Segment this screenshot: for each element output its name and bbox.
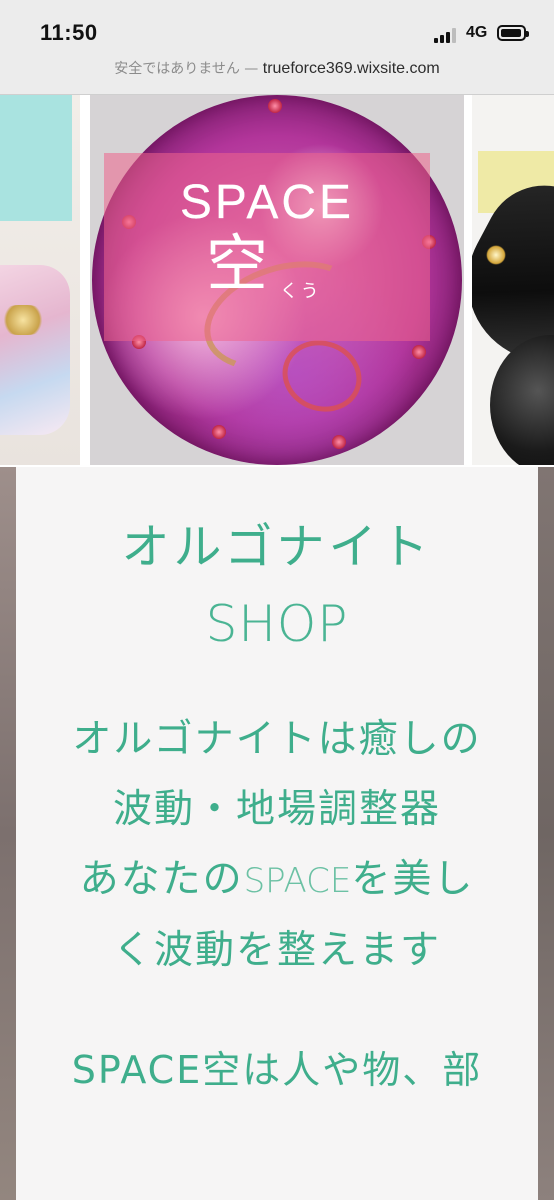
orgonite-jar-image — [0, 265, 70, 435]
browser-header: 11:50 4G 安全ではありません — trueforce369.wixsit… — [0, 0, 554, 95]
clock: 11:50 — [40, 20, 98, 45]
space-logo-kanji: 空 — [206, 227, 269, 300]
intro-line: オルゴナイトは癒しの — [72, 717, 482, 762]
page-title: オルゴナイト — [121, 519, 433, 575]
background-strip-right — [538, 467, 554, 1200]
background-strip-left — [0, 467, 16, 1200]
network-type: 4G — [466, 24, 488, 41]
gallery-slide-current[interactable]: SPACE 空 くう — [90, 95, 464, 465]
gallery-slide-next[interactable] — [472, 95, 554, 465]
intro-line: く波動を整えます — [112, 928, 441, 973]
intro-line: 波動・地場調整器 — [112, 787, 441, 832]
address-bar[interactable]: 安全ではありません — trueforce369.wixsite.com — [0, 58, 554, 78]
description-teaser: SPACE空は人や物、部 — [71, 1048, 483, 1092]
page-subtitle: SHOP — [205, 595, 349, 653]
security-warning: 安全ではありません — — [114, 61, 259, 77]
space-logo-text: SPACE — [179, 176, 355, 229]
space-logo-reading: くう — [280, 281, 322, 302]
intro-paragraph: オルゴナイトは癒しの 波動・地場調整器 あなたのSPACEを美し く波動を整えま… — [36, 705, 518, 986]
content-panel: オルゴナイト SHOP オルゴナイトは癒しの 波動・地場調整器 あなたのSPAC… — [16, 467, 538, 1200]
cellular-signal-icon — [434, 27, 460, 43]
site-host: trueforce369.wixsite.com — [262, 60, 440, 77]
intro-line: あなたのSPACEを美し — [79, 857, 475, 902]
gallery-slide-previous[interactable] — [0, 95, 80, 465]
space-logo-overlay: SPACE 空 くう — [104, 153, 430, 341]
image-gallery[interactable]: SPACE 空 くう — [0, 95, 554, 467]
space-inline-word: SPACE — [243, 861, 352, 901]
battery-icon — [497, 25, 529, 41]
